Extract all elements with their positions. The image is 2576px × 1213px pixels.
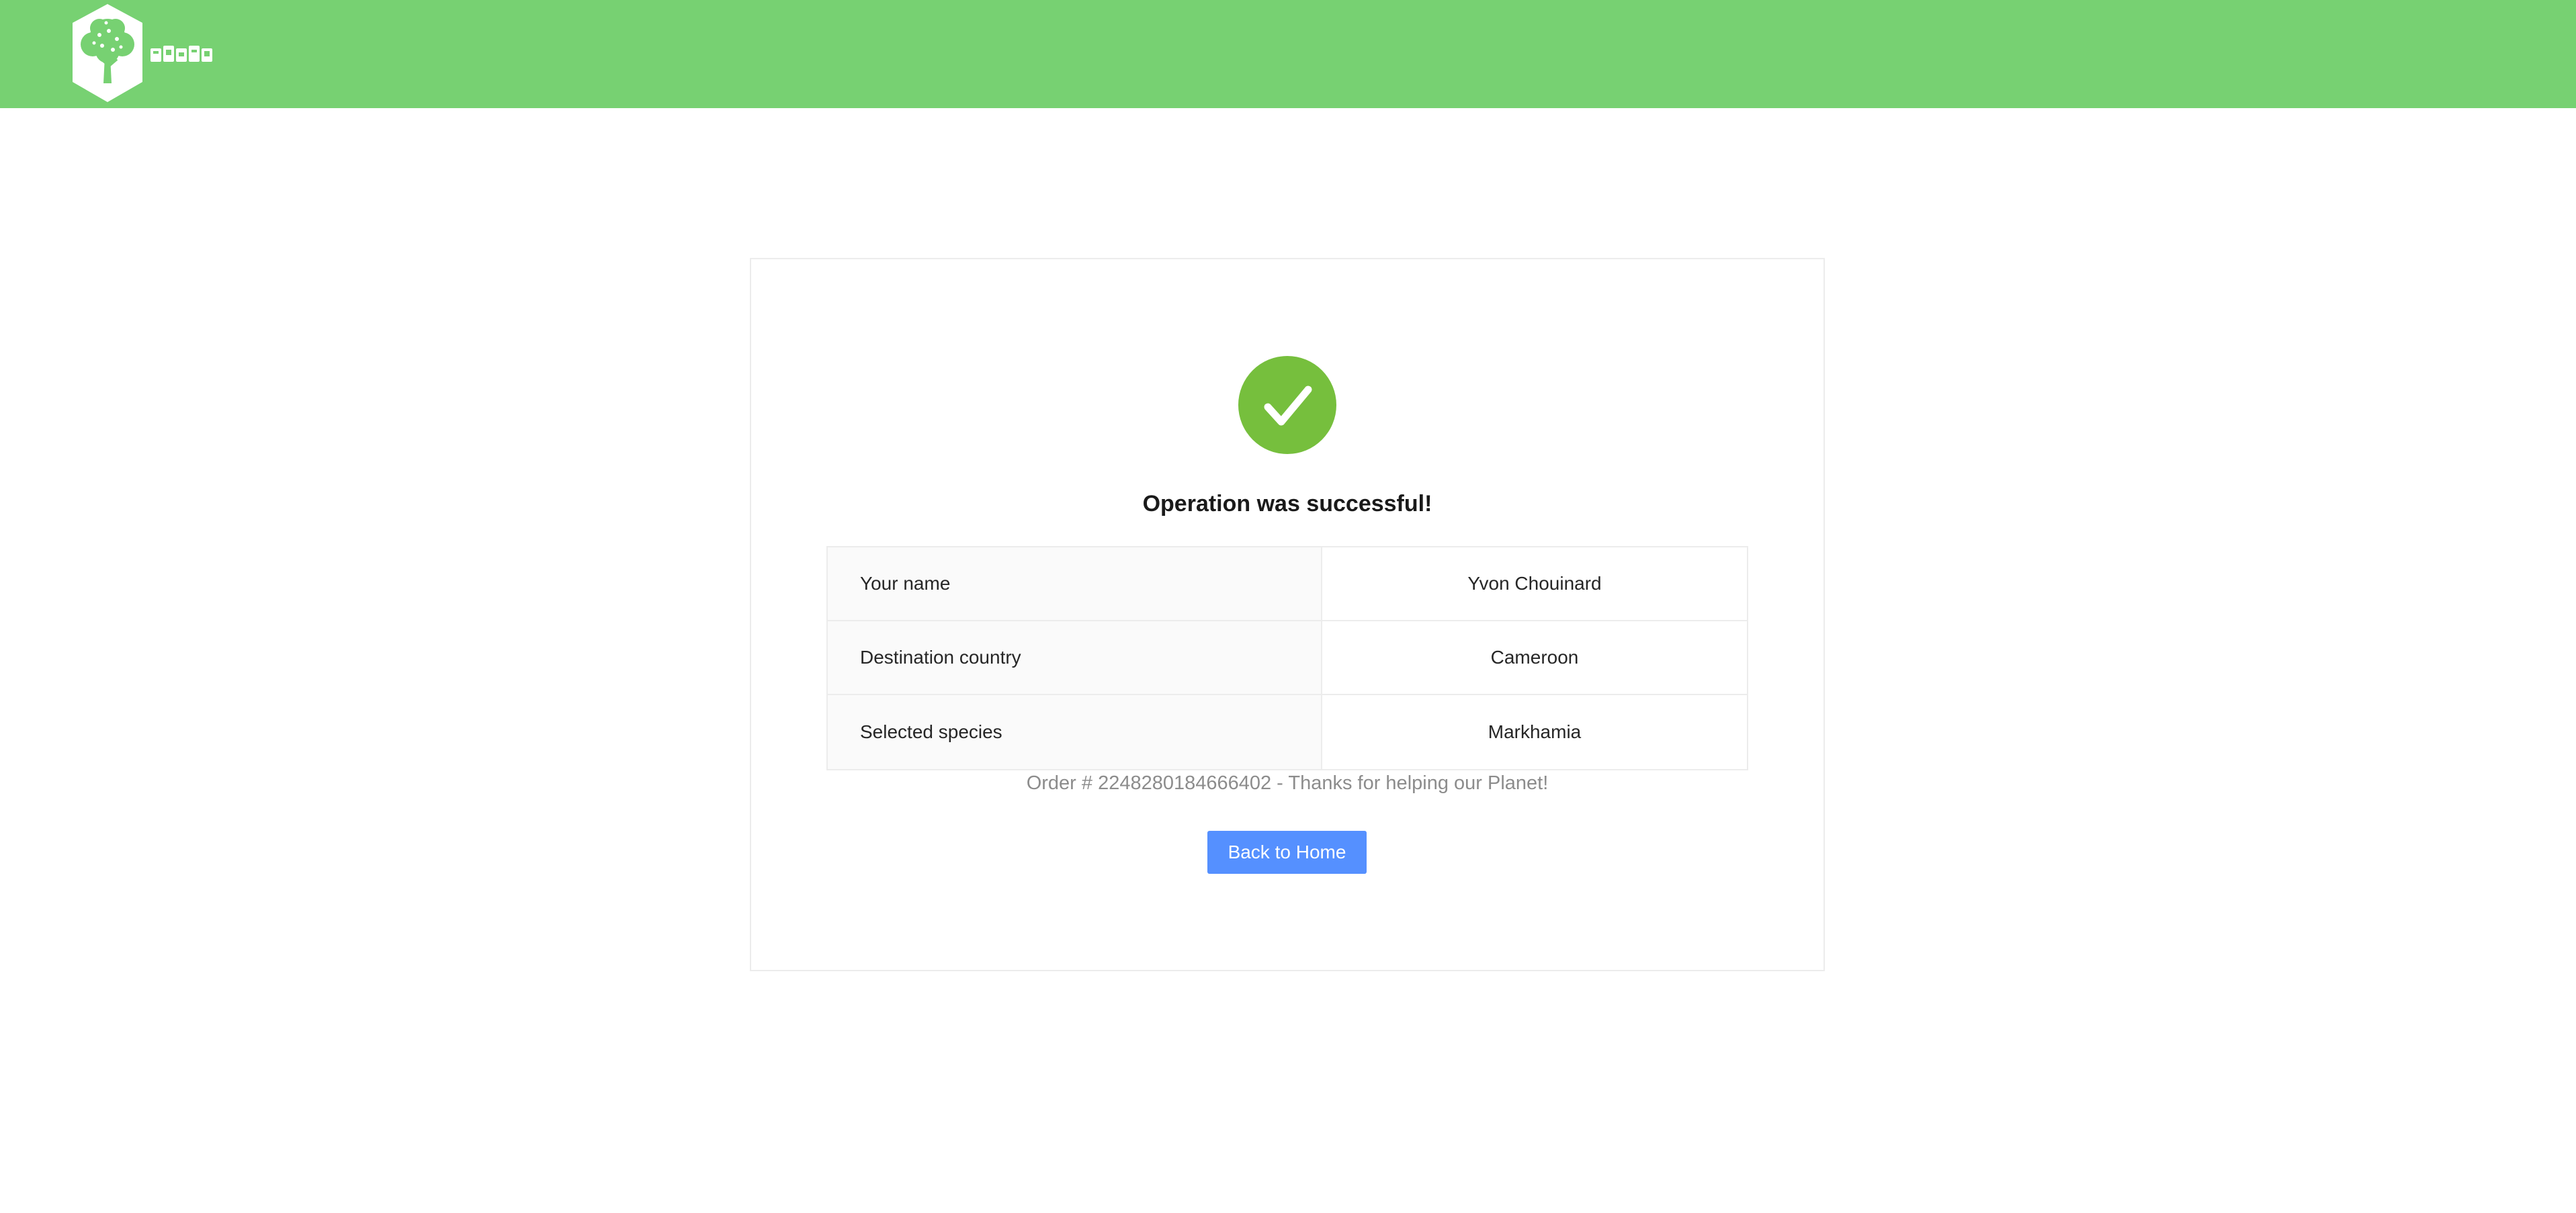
table-row: Destination country Cameroon: [828, 621, 1747, 695]
tree-logo-icon: [73, 4, 212, 102]
order-details-table: Your name Yvon Chouinard Destination cou…: [826, 546, 1748, 770]
detail-label-your-name: Your name: [828, 547, 1322, 620]
detail-value-your-name: Yvon Chouinard: [1467, 573, 1602, 594]
brand-logo-link[interactable]: [67, 3, 215, 103]
detail-value-destination-country: Cameroon: [1490, 647, 1579, 668]
table-row: Your name Yvon Chouinard: [828, 547, 1747, 621]
detail-label-destination-country: Destination country: [828, 621, 1322, 694]
order-number-note: Order # 2248280184666402 - Thanks for he…: [1026, 772, 1549, 794]
top-header-bar: [0, 0, 2576, 108]
detail-value-selected-species: Markhamia: [1488, 721, 1582, 742]
success-title: Operation was successful!: [1142, 491, 1432, 516]
back-to-home-button[interactable]: Back to Home: [1207, 831, 1367, 874]
table-row: Selected species Markhamia: [828, 695, 1747, 769]
check-circle-icon: [1238, 356, 1336, 454]
detail-label-selected-species: Selected species: [828, 695, 1322, 769]
